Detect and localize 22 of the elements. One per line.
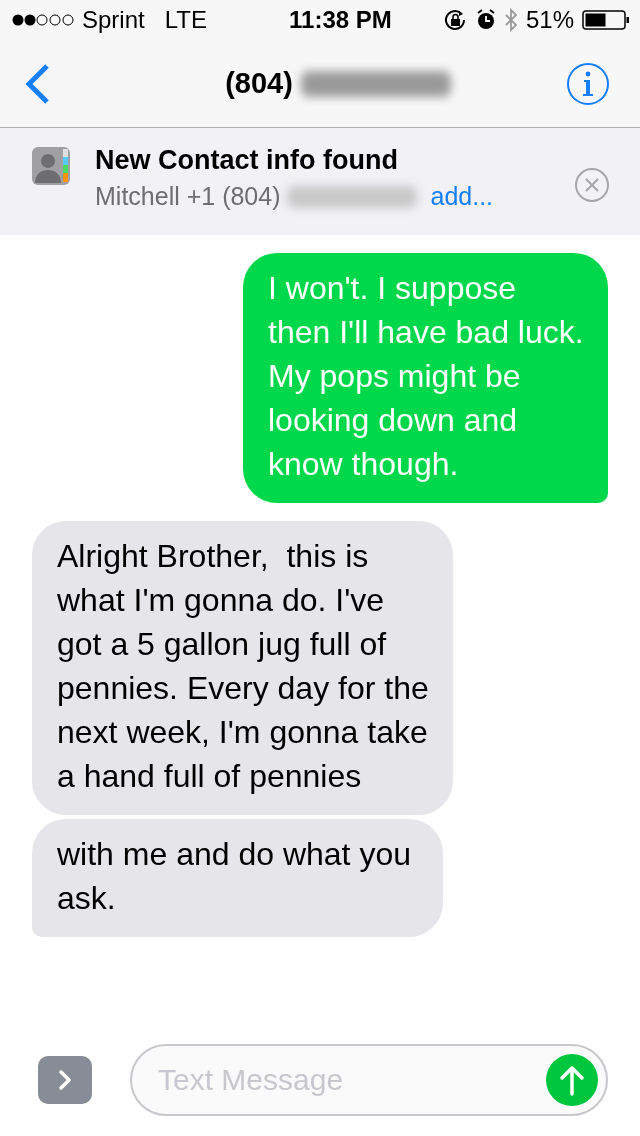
carrier-name: Sprint bbox=[82, 6, 145, 34]
banner-title: New Contact info found bbox=[95, 145, 399, 176]
contact-title: (804) bbox=[225, 67, 293, 100]
add-link[interactable]: add... bbox=[430, 182, 494, 211]
contacts-icon bbox=[32, 147, 70, 185]
expand-button[interactable] bbox=[38, 1056, 92, 1104]
rotation-lock-icon bbox=[443, 9, 468, 31]
bluetooth-icon bbox=[503, 8, 518, 32]
back-icon[interactable] bbox=[24, 62, 50, 105]
network-type: LTE bbox=[164, 6, 207, 34]
signal-icon bbox=[12, 13, 74, 27]
send-button[interactable] bbox=[546, 1054, 598, 1106]
close-icon[interactable] bbox=[574, 167, 610, 203]
message-bubble: I won't. I suppose then I'll have bad luck. My pops might be looking down and know though. bbox=[243, 253, 608, 503]
info-icon[interactable] bbox=[566, 61, 610, 106]
battery-percentage: 51% bbox=[525, 6, 574, 34]
message-bubble: Alright Brother, this is what I'm gonna do. I've got a 5 gallon jug full of pennies. Every day for the next week, I'm gonna take a hand full of pennies bbox=[32, 521, 453, 815]
battery-icon bbox=[582, 10, 630, 30]
alarm-icon bbox=[475, 9, 496, 31]
clock-time: 11:38 PM bbox=[289, 6, 392, 34]
message-bubble: with me and do what you ask. bbox=[32, 819, 443, 937]
contact-detail: Mitchell +1 (804) bbox=[95, 182, 281, 211]
